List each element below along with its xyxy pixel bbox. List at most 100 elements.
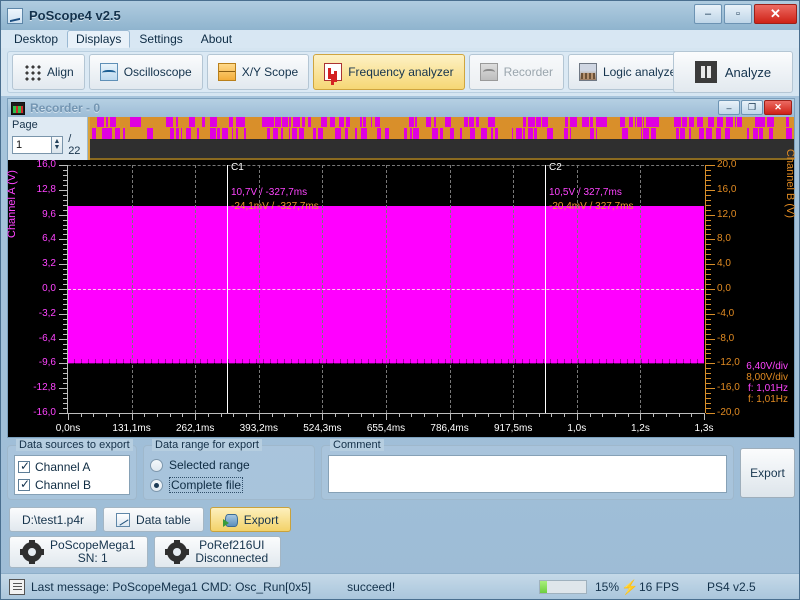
menu-item-desktop[interactable]: Desktop bbox=[5, 30, 67, 48]
radio-row-complete-file[interactable]: Complete file bbox=[150, 475, 308, 495]
cursor-label-c1: C1 bbox=[230, 162, 244, 173]
y-axis-left-tick-label: 3,2 bbox=[42, 258, 56, 270]
y-axis-right-tick-label: -20,0 bbox=[717, 407, 740, 418]
y-axis-left-label: Channel A (V) bbox=[6, 170, 18, 238]
x-axis-minor-tick bbox=[627, 413, 629, 417]
y-axis-left-minor-tick bbox=[63, 174, 68, 176]
data-table-label: Data table bbox=[136, 512, 191, 527]
radio-row-selected-range[interactable]: Selected range bbox=[150, 455, 308, 475]
toolbar-button-xy-scope[interactable]: X/Y Scope bbox=[206, 54, 310, 90]
comment-title: Comment bbox=[330, 439, 384, 451]
cursor-line-c2[interactable] bbox=[545, 165, 546, 413]
y-axis-right-minor-tick bbox=[706, 194, 711, 196]
y-axis-right-minor-tick bbox=[706, 303, 711, 305]
page-spinner[interactable]: ▲ ▼ bbox=[51, 136, 64, 154]
x-axis-minor-tick bbox=[424, 413, 426, 417]
y-axis-right-tick bbox=[706, 313, 715, 315]
y-axis-left-minor-tick bbox=[63, 249, 68, 251]
cursor-label-c2: C2 bbox=[549, 162, 562, 173]
x-axis-minor-tick bbox=[462, 413, 464, 417]
y-axis-left-minor-tick bbox=[63, 194, 68, 196]
recorder-window-controls: – ❐ ✕ bbox=[718, 100, 792, 115]
frequency-analyzer-icon bbox=[324, 63, 343, 81]
menu-item-displays[interactable]: Displays bbox=[67, 30, 131, 48]
pause-icon bbox=[694, 61, 717, 83]
x-axis-minor-tick bbox=[678, 413, 680, 417]
toolbar-button-frequency-analyzer[interactable]: Frequency analyzer bbox=[313, 54, 465, 90]
cursor-readout-b-c2: -20,4mV / 327,7ms bbox=[549, 201, 634, 212]
x-axis-minor-tick bbox=[411, 413, 413, 417]
radio-complete-file[interactable] bbox=[150, 478, 163, 492]
y-axis-left-tick bbox=[59, 165, 68, 166]
x-axis-tick-label: 0,0ns bbox=[55, 423, 81, 434]
y-axis-left-minor-tick bbox=[63, 368, 68, 370]
data-table-button[interactable]: Data table bbox=[103, 507, 204, 532]
x-axis-minor-tick bbox=[487, 413, 489, 417]
x-axis-minor-tick bbox=[373, 413, 375, 417]
page-total: / 22 bbox=[68, 133, 81, 157]
overview-row: Page 1 ▲ ▼ / 22 bbox=[8, 117, 794, 160]
close-button[interactable]: ✕ bbox=[754, 4, 797, 24]
minimize-button[interactable]: – bbox=[694, 4, 722, 24]
x-axis-tick-label: 393,2ms bbox=[239, 423, 278, 434]
y-axis-right-minor-tick bbox=[706, 284, 711, 286]
label-selected-range: Selected range bbox=[169, 458, 250, 472]
y-axis-left-minor-tick bbox=[63, 373, 68, 375]
file-path-button[interactable]: D:\test1.p4r bbox=[9, 507, 98, 532]
radio-selected-range[interactable] bbox=[150, 458, 163, 472]
y-axis-right-tick-label: 16,0 bbox=[717, 183, 737, 195]
device-status-poscopemega1: SN: 1 bbox=[77, 551, 108, 565]
page-control-row: 1 ▲ ▼ / 22 bbox=[12, 133, 83, 157]
recorder-restore-button[interactable]: ❐ bbox=[741, 100, 763, 115]
device-status-row: PoScopeMega1 SN: 1 PoRef216UI Disconnect… bbox=[9, 536, 282, 568]
cursor-line-c1[interactable] bbox=[226, 165, 228, 413]
y-axis-right-tick bbox=[706, 363, 715, 365]
checkbox-channel-b[interactable] bbox=[18, 477, 30, 491]
device-button-poscopemega1[interactable]: PoScopeMega1 SN: 1 bbox=[9, 536, 149, 568]
y-axis-right-minor-tick bbox=[706, 408, 711, 410]
y-axis-right-tick bbox=[706, 239, 715, 241]
x-axis-tick bbox=[322, 413, 324, 420]
toolbar-button-recorder[interactable]: Recorder bbox=[468, 54, 564, 90]
grid-line-vertical bbox=[195, 165, 197, 413]
y-axis-left-tick-label: -9,6 bbox=[38, 357, 56, 369]
y-axis-left-minor-tick bbox=[63, 308, 68, 310]
recorder-icon bbox=[479, 63, 498, 81]
recording-overview-strip[interactable] bbox=[88, 117, 794, 160]
y-axis-right-tick-label: -12,0 bbox=[717, 357, 740, 369]
logic-analyzer-icon bbox=[578, 63, 597, 81]
page-input[interactable]: 1 bbox=[12, 136, 52, 154]
file-actions-row: D:\test1.p4r Data table Export bbox=[9, 507, 292, 532]
y-axis-left-minor-tick bbox=[63, 293, 68, 295]
recorder-minimize-button[interactable]: – bbox=[718, 100, 740, 115]
display-mode-group: Align Oscilloscope X/Y Scope Frequency a… bbox=[7, 51, 697, 93]
export-button[interactable]: Export bbox=[209, 507, 292, 532]
checkbox-row-channel-b[interactable]: Channel B bbox=[18, 476, 126, 494]
data-sources-title: Data sources to export bbox=[16, 439, 133, 451]
menu-item-about[interactable]: About bbox=[192, 30, 241, 48]
toolbar-button-align[interactable]: Align bbox=[12, 54, 85, 90]
menu-item-settings[interactable]: Settings bbox=[130, 30, 191, 48]
export-panel-button[interactable]: Export bbox=[740, 448, 795, 498]
comment-input[interactable] bbox=[328, 455, 727, 493]
x-axis-tick bbox=[68, 413, 69, 420]
y-axis-right-tick bbox=[706, 289, 715, 290]
y-axis-right-minor-tick bbox=[706, 353, 711, 355]
y-axis-left-minor-tick bbox=[63, 179, 68, 181]
page-spin-down-icon[interactable]: ▼ bbox=[53, 144, 60, 151]
checkbox-channel-a[interactable] bbox=[18, 459, 30, 473]
x-axis-tick-label: 524,3ms bbox=[303, 423, 342, 434]
y-axis-left-minor-tick bbox=[63, 259, 68, 261]
waveform-plot[interactable]: Channel A (V) Channel B (V) C1 10,7V / -3… bbox=[6, 149, 796, 437]
device-button-poref216ui[interactable]: PoRef216UI Disconnected bbox=[154, 536, 282, 568]
menu-bar: Desktop Displays Settings About bbox=[1, 30, 799, 48]
checkbox-row-channel-a[interactable]: Channel A bbox=[18, 458, 126, 476]
toolbar-button-oscilloscope[interactable]: Oscilloscope bbox=[88, 54, 203, 90]
x-axis-minor-tick bbox=[665, 413, 667, 417]
x-axis-minor-tick bbox=[500, 413, 502, 417]
plot-area: C1 10,7V / -327,7ms -24,1mV / -327,7ms C2 10… bbox=[68, 162, 704, 414]
y-axis-left-minor-tick bbox=[63, 274, 68, 276]
maximize-button[interactable]: ▫ bbox=[724, 4, 752, 24]
analyze-button[interactable]: Analyze bbox=[673, 51, 793, 93]
recorder-close-button[interactable]: ✕ bbox=[764, 100, 792, 115]
